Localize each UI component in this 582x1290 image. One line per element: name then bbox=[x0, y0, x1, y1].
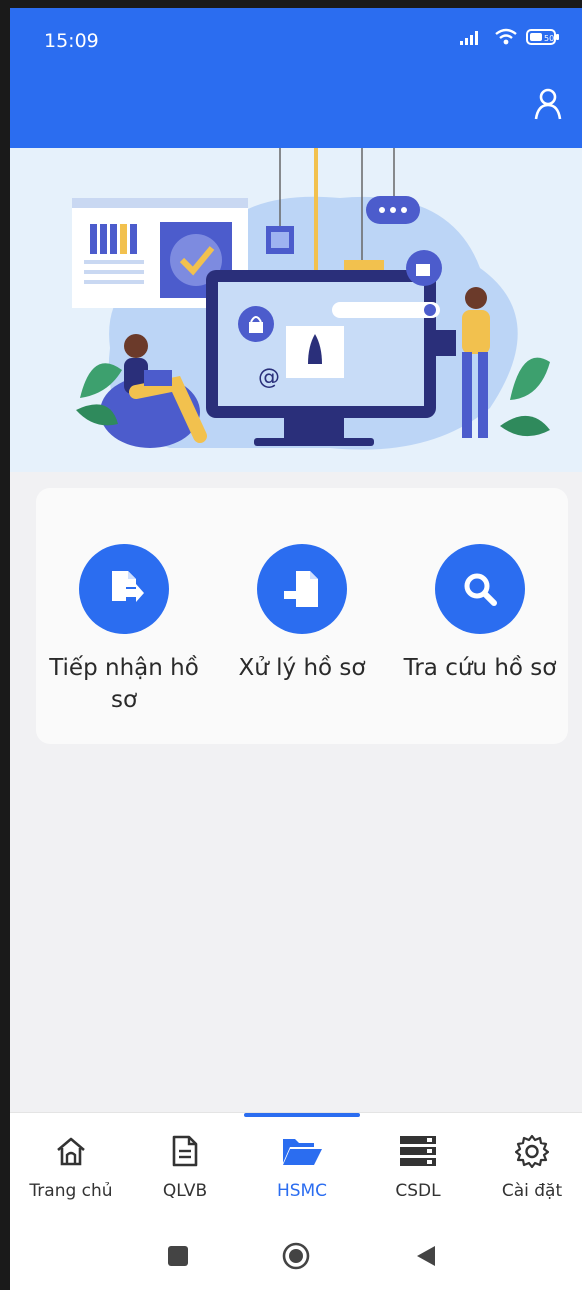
home-icon bbox=[57, 1137, 85, 1166]
action-receive-icon-circle bbox=[79, 544, 169, 634]
action-search-label: Tra cứu hồ sơ bbox=[403, 655, 557, 681]
action-process-label: Xử lý hồ sơ bbox=[238, 655, 366, 681]
nav-item-settings[interactable]: Cài đặt bbox=[477, 1131, 582, 1201]
settings-icon bbox=[515, 1134, 549, 1168]
action-process-dossier[interactable]: Xử lý hồ sơ bbox=[212, 544, 392, 684]
nav-label-csdl: CSDL bbox=[395, 1181, 441, 1201]
search-icon bbox=[464, 573, 497, 606]
status-time: 15:09 bbox=[44, 30, 99, 52]
hero-banner: @ bbox=[10, 148, 582, 472]
document-import-icon bbox=[284, 571, 318, 607]
bottom-navigation: Trang chủ QLVB HSMC CSDL Cài đặt bbox=[10, 1112, 582, 1222]
svg-text:@: @ bbox=[258, 365, 280, 390]
square-icon bbox=[168, 1246, 188, 1266]
workspace-illustration: @ bbox=[72, 148, 550, 450]
circle-home-icon bbox=[282, 1242, 310, 1270]
nav-label-settings: Cài đặt bbox=[501, 1181, 563, 1201]
nav-label-home: Trang chủ bbox=[29, 1181, 113, 1201]
person-icon bbox=[534, 88, 562, 120]
folder-open-icon bbox=[283, 1139, 322, 1165]
nav-label-qlvb: QLVB bbox=[162, 1181, 208, 1201]
home-system-button[interactable] bbox=[276, 1240, 316, 1272]
document-export-icon bbox=[112, 571, 144, 602]
actions-card: Tiếp nhận hồ sơ Xử lý hồ sơ Tra cứu hồ s… bbox=[36, 488, 568, 744]
database-icon bbox=[400, 1136, 436, 1166]
nav-item-hsmc[interactable]: HSMC bbox=[247, 1131, 357, 1201]
nav-item-qlvb[interactable]: QLVB bbox=[130, 1131, 240, 1201]
back-button[interactable] bbox=[406, 1240, 446, 1272]
action-search-dossier[interactable]: Tra cứu hồ sơ bbox=[390, 544, 570, 684]
profile-button[interactable] bbox=[530, 86, 566, 122]
signal-icon bbox=[460, 31, 478, 45]
nav-label-hsmc: HSMC bbox=[276, 1181, 328, 1201]
battery-icon: 50 bbox=[526, 29, 559, 45]
system-navigation-bar bbox=[10, 1222, 582, 1290]
action-receive-dossier[interactable]: Tiếp nhận hồ sơ bbox=[34, 544, 214, 716]
action-process-icon-circle bbox=[257, 544, 347, 634]
nav-item-home[interactable]: Trang chủ bbox=[16, 1131, 126, 1201]
nav-item-csdl[interactable]: CSDL bbox=[363, 1131, 473, 1201]
recent-apps-button[interactable] bbox=[158, 1240, 198, 1272]
wifi-icon bbox=[495, 28, 517, 45]
battery-level: 50 bbox=[544, 34, 554, 43]
document-icon bbox=[172, 1135, 198, 1167]
back-triangle-icon bbox=[417, 1246, 435, 1266]
status-icons: 50 bbox=[458, 28, 560, 46]
active-tab-indicator bbox=[244, 1113, 360, 1117]
action-receive-label: Tiếp nhận hồ sơ bbox=[49, 655, 199, 713]
action-search-icon-circle bbox=[435, 544, 525, 634]
app-header: 15:09 50 bbox=[10, 8, 582, 148]
